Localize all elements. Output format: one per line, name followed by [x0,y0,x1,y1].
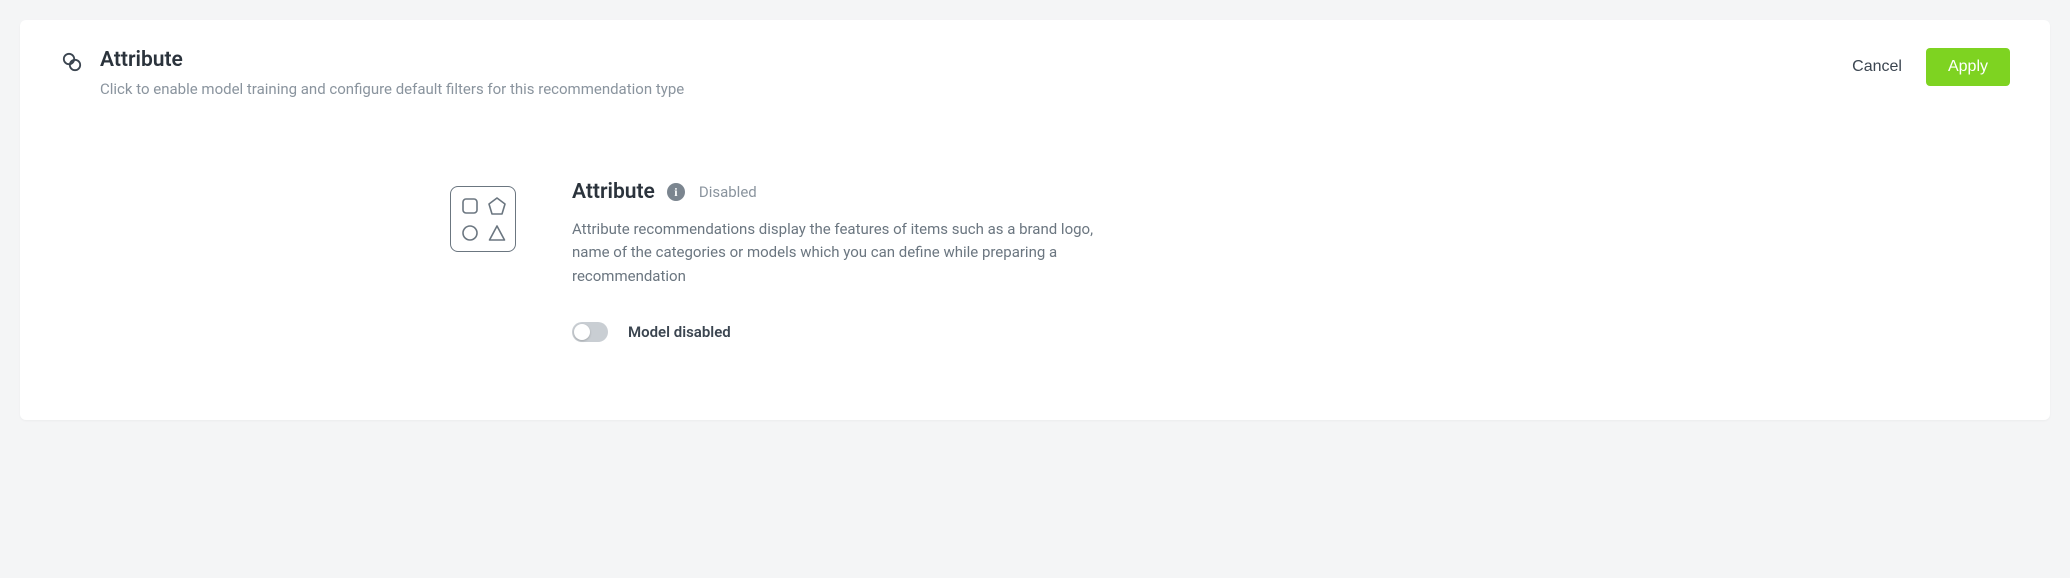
section-description: Attribute recommendations display the fe… [572,218,1132,288]
content-area: Attribute i Disabled Attribute recommend… [60,180,2010,342]
toggle-label: Model disabled [628,323,731,341]
apply-button[interactable]: Apply [1926,48,2010,86]
info-icon[interactable]: i [667,183,685,201]
page-subtitle: Click to enable model training and confi… [100,79,1832,100]
status-badge: Disabled [699,183,757,201]
cancel-button[interactable]: Cancel [1848,50,1906,84]
pentagon-icon [487,196,507,216]
settings-card: Attribute Click to enable model training… [20,20,2050,420]
square-icon [460,196,480,216]
toggle-row: Model disabled [572,322,1132,342]
content-body: Attribute i Disabled Attribute recommend… [572,180,1132,342]
circle-icon [460,223,480,243]
model-toggle[interactable] [572,322,608,342]
header-row: Attribute Click to enable model training… [60,48,2010,100]
toggle-knob [574,324,590,340]
section-title: Attribute [572,180,655,204]
attribute-shapes-icon [450,186,516,252]
header-actions: Cancel Apply [1848,48,2010,86]
page-title: Attribute [100,48,1832,73]
section-title-row: Attribute i Disabled [572,180,1132,204]
triangle-icon [487,223,507,243]
header-text: Attribute Click to enable model training… [100,48,1832,100]
attribute-link-icon [60,50,84,74]
